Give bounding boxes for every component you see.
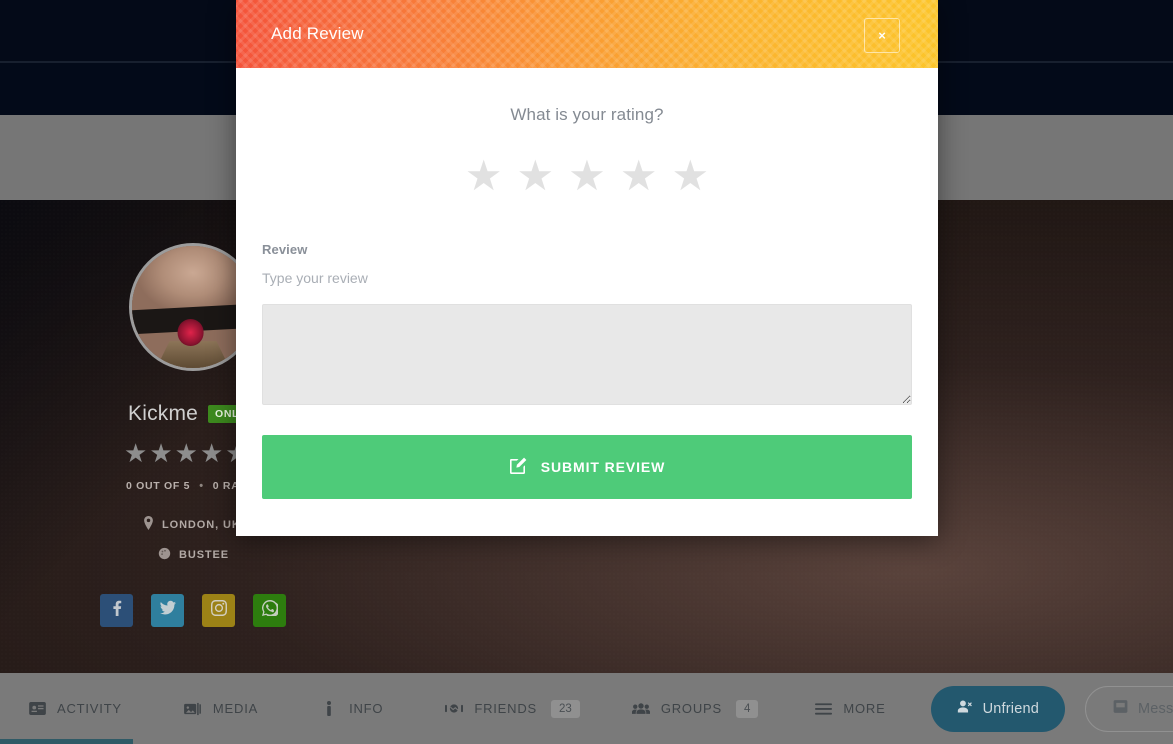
rating-star-input[interactable]: ★ ★ ★ ★ ★ <box>262 155 912 197</box>
rating-question: What is your rating? <box>510 105 664 124</box>
rating-out-of: 0 OUT OF 5 <box>126 480 191 492</box>
add-review-modal: Add Review × What is your rating? ★ ★ ★ … <box>236 0 938 536</box>
tab-friends[interactable]: FRIENDS 23 <box>445 673 580 744</box>
tab-label: ACTIVITY <box>57 701 122 716</box>
tab-count-badge: 4 <box>735 699 759 718</box>
profile-star: ★ <box>199 438 224 468</box>
social-link-twitter[interactable] <box>151 594 184 627</box>
message-button[interactable]: Message <box>1085 685 1173 732</box>
hamburger-icon <box>814 702 832 715</box>
photos-icon <box>184 702 202 716</box>
rating-star-4[interactable]: ★ <box>620 155 658 197</box>
tab-groups[interactable]: GROUPS 4 <box>631 673 759 744</box>
modal-title: Add Review <box>271 24 364 43</box>
rating-star-5[interactable]: ★ <box>671 155 709 197</box>
unfriend-button[interactable]: Unfriend <box>930 685 1065 732</box>
unfriend-label: Unfriend <box>982 700 1039 717</box>
profile-tab-bar: ACTIVITY MEDIA INFO FRIENDS 23 GROUPS 4 … <box>0 673 1173 744</box>
bowling-ball-icon <box>158 547 171 563</box>
app-screen: Kickme ONLINE ★ ★ ★ ★ ★ 0 OUT OF 5 • 0 R… <box>0 0 1173 744</box>
twitter-icon <box>159 600 176 621</box>
review-input[interactable] <box>262 304 912 405</box>
rating-star-1[interactable]: ★ <box>465 155 503 197</box>
tab-info[interactable]: INFO <box>320 673 383 744</box>
rating-separator: • <box>199 480 204 492</box>
envelope-icon <box>1112 698 1129 719</box>
profile-location-label: LONDON, UK <box>162 518 241 531</box>
profile-location: LONDON, UK <box>143 516 241 533</box>
review-field-label: Review <box>262 242 308 257</box>
tab-count-badge: 23 <box>551 699 580 718</box>
active-tab-indicator <box>0 739 133 744</box>
whatsapp-icon <box>261 600 280 621</box>
profile-star: ★ <box>124 438 148 468</box>
rating-star-3[interactable]: ★ <box>568 155 606 197</box>
facebook-icon <box>109 600 125 621</box>
profile-star: ★ <box>174 438 198 468</box>
edit-pencil-square-icon <box>509 457 527 478</box>
profile-rating-stars: ★ ★ ★ ★ ★ <box>124 440 249 466</box>
tab-activity[interactable]: ACTIVITY <box>28 673 122 744</box>
tab-label: INFO <box>349 701 384 716</box>
submit-review-button[interactable]: SUBMIT REVIEW <box>262 435 912 499</box>
social-link-whatsapp[interactable] <box>253 594 286 627</box>
modal-body: What is your rating? ★ ★ ★ ★ ★ Review Ty… <box>236 68 938 536</box>
tab-label: MEDIA <box>212 701 259 716</box>
tab-media[interactable]: MEDIA <box>184 673 258 744</box>
close-icon[interactable]: × <box>864 18 900 53</box>
social-links <box>100 594 286 627</box>
tab-label: GROUPS <box>660 701 722 716</box>
page-title: Kickme <box>128 402 199 425</box>
id-card-icon <box>28 702 46 715</box>
social-link-instagram[interactable] <box>202 594 235 627</box>
tab-label: MORE <box>843 701 886 716</box>
message-label: Message <box>1138 700 1173 717</box>
avatar-image-accent <box>177 319 204 347</box>
review-field-hint: Type your review <box>262 270 368 286</box>
modal-header: Add Review × <box>236 0 938 68</box>
submit-review-label: SUBMIT REVIEW <box>540 459 666 475</box>
profile-star: ★ <box>149 438 173 468</box>
tab-more[interactable]: MORE <box>814 673 885 744</box>
info-icon <box>320 701 338 716</box>
tab-label: FRIENDS <box>474 701 538 716</box>
rating-star-2[interactable]: ★ <box>517 155 555 197</box>
profile-nickname: BUSTEE <box>158 547 229 563</box>
profile-nickname-label: BUSTEE <box>179 549 230 561</box>
user-remove-icon <box>957 698 974 719</box>
social-link-facebook[interactable] <box>100 594 133 627</box>
instagram-icon <box>210 600 227 621</box>
users-icon <box>631 702 650 715</box>
map-pin-icon <box>143 516 154 533</box>
handshake-icon <box>445 702 464 715</box>
